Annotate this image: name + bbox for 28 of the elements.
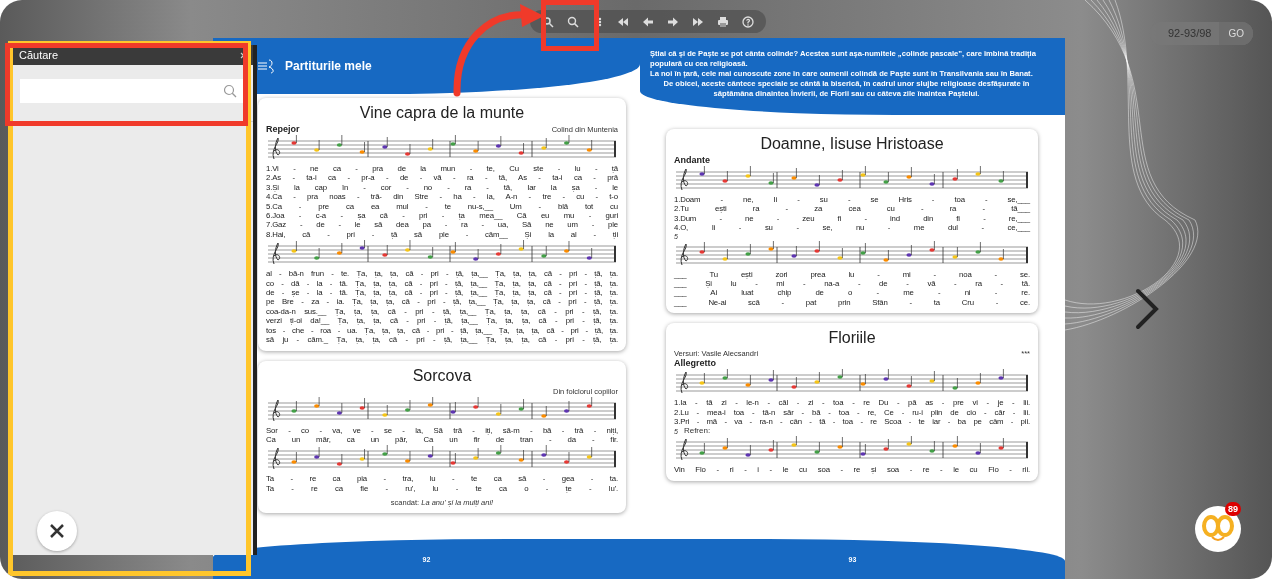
first-page-icon[interactable] xyxy=(617,15,629,28)
go-button[interactable]: GO xyxy=(1219,22,1253,45)
notification-badge: 89 xyxy=(1225,502,1241,516)
mascot-face-icon[interactable] xyxy=(1195,506,1241,552)
tempo-marking: Allegretto xyxy=(674,358,716,369)
panel-title: Căutare xyxy=(19,49,59,61)
search-icon xyxy=(223,84,237,98)
print-icon[interactable] xyxy=(717,15,729,28)
last-page-icon[interactable] xyxy=(692,15,704,28)
page-number-field[interactable]: 92-93/98 xyxy=(1150,22,1220,45)
previous-icon[interactable] xyxy=(642,15,654,28)
song-title: Doamne, Iisuse Hristoase xyxy=(759,135,945,153)
highlight-frame xyxy=(541,0,599,51)
song-title: Floriile xyxy=(827,329,877,348)
song-title: Vine capra de la munte xyxy=(358,104,526,122)
close-button[interactable] xyxy=(37,511,77,551)
help-icon[interactable] xyxy=(742,15,754,28)
refrain-label: Refren: xyxy=(683,426,711,436)
search-field[interactable] xyxy=(20,79,243,103)
next-icon[interactable] xyxy=(667,15,679,28)
search-icon[interactable] xyxy=(567,15,579,28)
close-icon xyxy=(49,523,65,539)
tempo-marking: Repejor xyxy=(266,124,300,134)
section-title: Partiturile mele xyxy=(285,59,372,73)
music-note-icon xyxy=(257,58,277,74)
chevron-right-icon[interactable] xyxy=(1135,288,1159,330)
song-title: Sorcova xyxy=(411,366,473,385)
tempo-marking: Andante xyxy=(674,155,710,165)
